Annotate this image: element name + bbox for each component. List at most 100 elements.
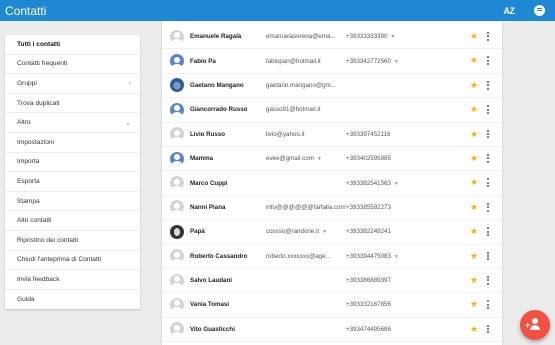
sidebar-item[interactable]: Altro ⌄ — [5, 113, 140, 133]
contact-name[interactable]: Roberto Cassandro — [190, 253, 247, 260]
contact-name[interactable]: Nanni Piana — [190, 204, 225, 211]
contact-email[interactable]: gasso91@hotmail.it — [266, 106, 320, 113]
sidebar-item[interactable]: Chiudi l'anteprima di Contatti — [5, 251, 140, 271]
star-icon[interactable]: ★ — [470, 104, 478, 115]
contact-row[interactable]: Gaetano Mangano gaetano.mangano@gm... ★ — [162, 74, 502, 99]
contact-phone[interactable]: +393385592273 — [346, 204, 391, 211]
star-icon[interactable]: ★ — [470, 55, 478, 66]
contact-row[interactable]: Nanni Piana info@@@@@@farfalla.com +393385… — [162, 196, 502, 221]
sidebar-item[interactable]: Trova duplicati — [5, 94, 140, 114]
more-vert-icon[interactable] — [487, 129, 489, 139]
contact-row[interactable]: Emanuele Ragalà emanuelaserena@ema... +393… — [162, 25, 502, 50]
contact-email[interactable]: roberto.xxxxxxx@age... — [266, 253, 331, 260]
contact-row[interactable]: Papà cossso@randorie.it ▼ +393382249241 ★ — [162, 220, 502, 245]
contact-email[interactable]: evee@gmail.com ▼ — [266, 155, 322, 162]
sidebar-item[interactable]: Ripristino dei contatti — [5, 231, 140, 251]
star-icon[interactable]: ★ — [470, 202, 478, 213]
contact-row[interactable]: Giancorrado Russo gasso91@hotmail.it ★ — [162, 98, 502, 123]
sidebar-item[interactable]: Guida — [5, 290, 140, 310]
contact-row[interactable]: Marco Cuppi +393382541563 ▼ ★ — [162, 171, 502, 196]
star-icon[interactable]: ★ — [470, 129, 478, 140]
contact-phone[interactable]: +393342772560 ▼ — [346, 58, 399, 65]
chevron-down-icon[interactable]: ▼ — [394, 181, 399, 187]
chevron-down-icon[interactable]: ▼ — [317, 156, 322, 162]
contact-name[interactable]: Mamma — [190, 155, 213, 162]
contact-row[interactable]: Vania Tomasi +393332167856 ★ — [162, 293, 502, 318]
star-icon[interactable]: ★ — [470, 324, 478, 335]
contact-name[interactable]: Livio Russo — [190, 131, 225, 138]
contact-email[interactable]: emanuelaserena@ema... — [266, 33, 336, 40]
contact-email[interactable]: gaetano.mangano@gm... — [266, 82, 336, 89]
chevron-icon[interactable]: › — [129, 80, 131, 87]
contact-phone[interactable]: +393382249241 — [346, 228, 391, 235]
star-icon[interactable]: ★ — [470, 177, 478, 188]
contact-email[interactable]: cossso@randorie.it ▼ — [266, 228, 327, 235]
contact-name[interactable]: Vito Guasticchi — [190, 326, 235, 333]
contact-email-text: gasso91@hotmail.it — [266, 106, 321, 114]
star-icon[interactable]: ★ — [470, 153, 478, 164]
sort-az-button[interactable]: AZ — [500, 6, 518, 16]
sidebar-item-label: Esporta — [17, 177, 40, 185]
contact-email[interactable]: fabiopan@hotmail.it — [266, 58, 321, 65]
sidebar-item[interactable]: Esporta — [5, 172, 140, 192]
contact-name[interactable]: Gaetano Mangano — [190, 82, 244, 89]
more-vert-icon[interactable] — [487, 105, 489, 114]
chevron-down-icon[interactable]: ▼ — [394, 254, 399, 260]
more-vert-icon[interactable] — [487, 56, 489, 66]
contact-row[interactable]: Vito Guasticchi +393474495686 ★ — [162, 318, 502, 343]
sidebar-item[interactable]: Contatti frequenti — [5, 55, 140, 75]
chevron-down-icon[interactable]: ▼ — [390, 34, 395, 40]
contact-email[interactable]: info@@@@@@farfalla.com — [266, 204, 346, 211]
contact-row[interactable]: Fabio Pa fabiopan@hotmail.it +393342772560… — [162, 49, 502, 74]
contact-row[interactable]: Salvo Laudani +393386889397 ★ — [162, 269, 502, 294]
contact-phone[interactable]: +393332167856 — [346, 301, 391, 308]
more-vert-icon[interactable] — [487, 32, 489, 41]
feedback-icon[interactable] — [534, 5, 545, 16]
more-vert-icon[interactable] — [487, 153, 489, 163]
more-vert-icon[interactable] — [487, 178, 489, 188]
more-vert-icon[interactable] — [487, 80, 489, 90]
star-icon[interactable]: ★ — [470, 31, 478, 42]
contact-name[interactable]: Giancorrado Russo — [190, 106, 247, 113]
contact-phone[interactable]: +393474495686 — [346, 326, 391, 333]
star-icon[interactable]: ★ — [470, 226, 478, 237]
contact-name[interactable]: Salvo Laudani — [190, 277, 232, 284]
star-icon[interactable]: ★ — [470, 275, 478, 286]
sidebar-item[interactable]: Invia feedback — [5, 270, 140, 290]
more-vert-icon[interactable] — [487, 324, 489, 334]
add-contact-button[interactable]: + — [520, 310, 550, 340]
sidebar-item[interactable]: Stampa — [5, 192, 140, 212]
more-vert-icon[interactable] — [487, 227, 489, 236]
contact-name[interactable]: Vania Tomasi — [190, 301, 229, 308]
contact-name[interactable]: Emanuele Ragalà — [190, 33, 241, 40]
contact-phone[interactable]: +39333333390 ▼ — [346, 33, 395, 40]
contact-email[interactable]: livio@yahoo.it — [266, 131, 305, 138]
more-vert-icon[interactable] — [487, 202, 489, 212]
contact-phone[interactable]: +393402595985 — [346, 155, 391, 162]
contact-name[interactable]: Fabio Pa — [190, 58, 216, 65]
star-icon[interactable]: ★ — [470, 80, 478, 91]
more-vert-icon[interactable] — [487, 251, 489, 261]
contact-phone[interactable]: +393397452116 — [346, 131, 390, 138]
star-icon[interactable]: ★ — [470, 299, 478, 310]
contact-row[interactable]: Mamma evee@gmail.com ▼ +393402595985 ★ — [162, 147, 502, 172]
sidebar-item[interactable]: Gruppi › — [5, 74, 140, 94]
more-vert-icon[interactable] — [487, 300, 489, 310]
star-icon[interactable]: ★ — [470, 251, 478, 262]
chevron-icon[interactable]: ⌄ — [125, 119, 131, 127]
contact-phone[interactable]: +393394475083 ▼ — [346, 253, 399, 260]
sidebar-item[interactable]: Tutti i contatti — [5, 35, 140, 55]
contact-phone[interactable]: +393382541563 ▼ — [346, 180, 399, 187]
contact-name[interactable]: Papà — [190, 228, 205, 235]
chevron-down-icon[interactable]: ▼ — [394, 59, 399, 65]
sidebar-item[interactable]: Altri contatti — [5, 211, 140, 231]
contact-row[interactable]: Roberto Cassandro roberto.xxxxxxx@age... +… — [162, 245, 502, 269]
sidebar-item[interactable]: Impostazioni — [5, 133, 140, 153]
contact-name[interactable]: Marco Cuppi — [190, 180, 227, 187]
chevron-down-icon[interactable]: ▼ — [322, 229, 327, 235]
contact-phone[interactable]: +393386889397 — [346, 277, 391, 284]
sidebar-item[interactable]: Importa — [5, 153, 140, 173]
more-vert-icon[interactable] — [487, 275, 489, 285]
sidebar-item-label: Stampa — [17, 197, 40, 205]
contact-row[interactable]: Livio Russo livio@yahoo.it +393397452116 ★ — [162, 123, 502, 147]
